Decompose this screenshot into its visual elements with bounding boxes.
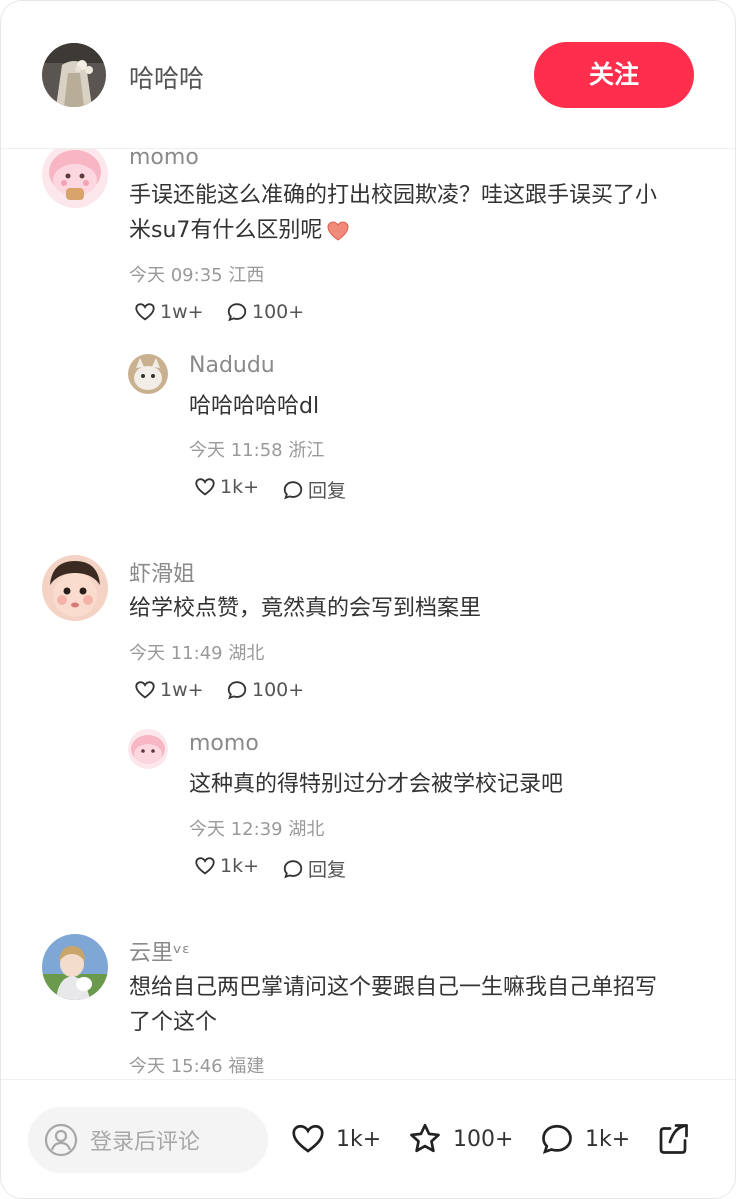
user-avatar[interactable]: [42, 555, 108, 621]
comment-input-placeholder: 登录后评论: [90, 1130, 201, 1155]
post-comments-panel: 哈哈哈 关注 momo 手误还能这么准确的打出校园欺凌？哇这跟手误买了小 米su…: [0, 0, 736, 1199]
comment-like-button[interactable]: 1w+: [134, 679, 204, 701]
reply-username[interactable]: Nadudu: [189, 353, 275, 378]
reply-count: 100+: [252, 301, 305, 323]
comment-time-location: 今天 15:46 福建: [129, 1056, 265, 1077]
reply-item: Nadudu 哈哈哈哈哈dl 今天 11:58 浙江 1k+ 回复: [1, 349, 735, 509]
reply-item: momo 这种真的得特别过分才会被学校记录吧 今天 12:39 湖北 1k+ 回…: [1, 729, 735, 889]
reply-text: 这种真的得特别过分才会被学校记录吧: [189, 772, 564, 797]
heart-icon: [135, 303, 155, 321]
comment-text-line: 想给自己两巴掌请问这个要跟自己一生嘛我自己单招写: [129, 975, 658, 1000]
reply-button[interactable]: 回复: [282, 855, 346, 882]
star-icon: [410, 1123, 440, 1153]
like-post-button[interactable]: 1k+: [290, 1121, 381, 1157]
comment-reply-count-button[interactable]: 100+: [226, 301, 304, 323]
comment-input[interactable]: 登录后评论: [28, 1107, 268, 1173]
like-count: 1w+: [160, 679, 204, 701]
comment-time-location: 今天 09:35 江西: [129, 265, 265, 286]
heart-icon: [135, 681, 155, 699]
like-count: 1k+: [220, 476, 260, 498]
comment-reply-count-button[interactable]: 100+: [226, 679, 304, 701]
reply-like-button[interactable]: 1k+: [194, 476, 259, 498]
heart-icon: [195, 478, 215, 496]
comment-text: 给学校点赞，竟然真的会写到档案里: [129, 596, 482, 621]
reply-time-location: 今天 11:58 浙江: [189, 440, 325, 461]
reply-username[interactable]: momo: [189, 731, 259, 756]
comment-text-line: 米su7有什么区别呢: [129, 213, 699, 248]
comment-item: 虾滑姐 给学校点赞，竟然真的会写到档案里 今天 11:49 湖北 1w+ 100…: [1, 549, 735, 909]
favorite-post-button[interactable]: 100+: [407, 1121, 513, 1157]
bottom-action-bar: 登录后评论 1k+ 100+ 1k+: [1, 1079, 735, 1198]
comment-time-location: 今天 11:49 湖北: [129, 643, 265, 664]
comment-text-line: 了个这个: [129, 1010, 218, 1035]
author-name[interactable]: 哈哈哈: [129, 59, 204, 95]
reply-button[interactable]: 回复: [282, 476, 346, 503]
user-avatar[interactable]: [42, 149, 108, 208]
reply-time-location: 今天 12:39 湖北: [189, 819, 325, 840]
reply-label: 回复: [308, 480, 347, 502]
comment-icon: [283, 859, 303, 878]
heart-icon: [292, 1124, 324, 1153]
comment-item: 云里ᵛᵋ 想给自己两巴掌请问这个要跟自己一生嘛我自己单招写 了个这个 今天 15…: [1, 929, 735, 1079]
reply-text: 哈哈哈哈哈dl: [189, 394, 320, 419]
comment-text: 手误还能这么准确的打出校园欺凌？哇这跟手误买了小 米su7有什么区别呢: [129, 178, 699, 248]
heart-icon: [195, 857, 215, 875]
comment-icon: [283, 480, 303, 499]
comment-text-fragment: 米su7有什么区别呢: [129, 218, 323, 243]
comment-icon: [227, 303, 247, 322]
user-icon: [44, 1123, 78, 1157]
comment-username[interactable]: 虾滑姐: [129, 556, 195, 588]
comment-text-line: 手误还能这么准确的打出校园欺凌？哇这跟手误买了小: [129, 183, 658, 208]
comment-list[interactable]: momo 手误还能这么准确的打出校园欺凌？哇这跟手误买了小 米su7有什么区别呢…: [1, 149, 735, 1079]
post-favorite-count: 100+: [453, 1126, 514, 1152]
red-heart-emoji-icon: [326, 219, 350, 243]
comment-like-button[interactable]: 1w+: [134, 301, 204, 323]
user-avatar[interactable]: [42, 934, 108, 1000]
comment-username[interactable]: momo: [129, 149, 199, 170]
user-avatar[interactable]: [128, 729, 168, 769]
like-count: 1k+: [220, 855, 260, 877]
post-like-count: 1k+: [336, 1126, 382, 1152]
like-count: 1w+: [160, 301, 204, 323]
share-icon: [659, 1124, 688, 1154]
comment-text: 想给自己两巴掌请问这个要跟自己一生嘛我自己单招写 了个这个: [129, 970, 699, 1040]
share-button[interactable]: [655, 1121, 701, 1157]
author-header: 哈哈哈 关注: [1, 1, 735, 149]
comment-username[interactable]: 云里ᵛᵋ: [129, 935, 190, 967]
follow-button[interactable]: 关注: [534, 42, 694, 108]
reply-like-button[interactable]: 1k+: [194, 855, 259, 877]
comment-post-button[interactable]: 1k+: [539, 1121, 630, 1157]
post-comment-count: 1k+: [585, 1126, 631, 1152]
comment-icon: [542, 1124, 572, 1154]
reply-label: 回复: [308, 859, 347, 881]
comment-icon: [227, 681, 247, 700]
user-avatar[interactable]: [128, 354, 168, 394]
comment-item: momo 手误还能这么准确的打出校园欺凌？哇这跟手误买了小 米su7有什么区别呢…: [1, 149, 735, 529]
reply-count: 100+: [252, 679, 305, 701]
author-avatar[interactable]: [42, 43, 106, 107]
